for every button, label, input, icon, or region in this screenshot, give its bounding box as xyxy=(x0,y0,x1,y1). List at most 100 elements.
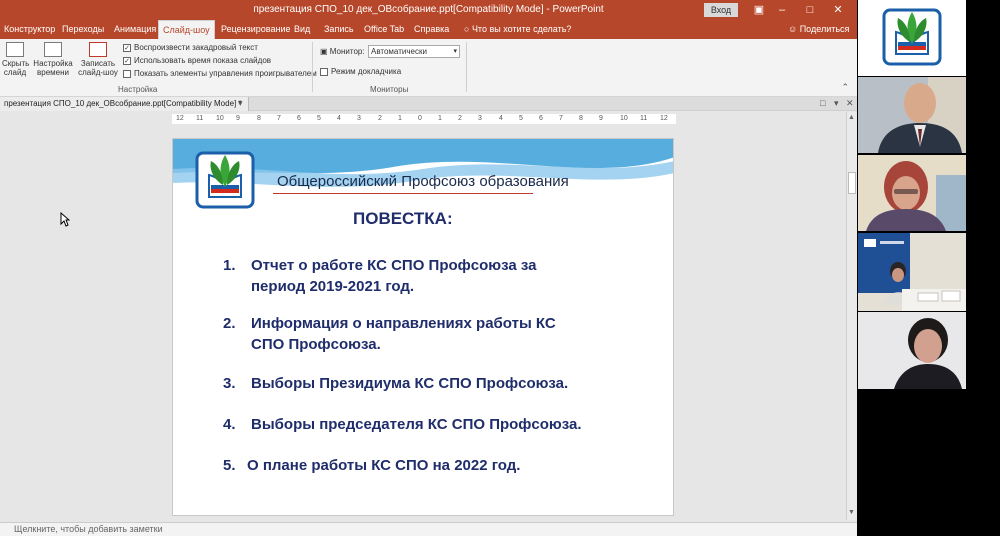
tab-help[interactable]: Справка xyxy=(410,20,453,39)
timings-label: Использовать время показа слайдов xyxy=(134,56,272,65)
record-slideshow-button[interactable]: Записать слайд-шоу xyxy=(76,42,120,77)
agenda-item-number: 2. xyxy=(223,315,236,332)
ruler-tick-label: 6 xyxy=(539,115,543,122)
monitor-label-text: Монитор: xyxy=(329,47,365,56)
tab-office-tab[interactable]: Office Tab xyxy=(360,20,408,39)
unchecked-box xyxy=(123,69,131,78)
ruler-tick-label: 11 xyxy=(640,115,648,122)
ruler-tick-label: 11 xyxy=(196,115,204,122)
hide-slide-label: Скрыть слайд xyxy=(2,59,30,77)
tell-me-search[interactable]: ○ Что вы хотите сделать? xyxy=(464,20,571,39)
document-tab[interactable]: презентация СПО_10 дек_ОВсобрание.ppt[Co… xyxy=(0,97,249,111)
participant-tile-video[interactable] xyxy=(858,312,966,389)
tab-view[interactable]: Вид xyxy=(290,20,314,39)
tab-list-icon[interactable]: ▾ xyxy=(834,98,839,109)
ruler-tick-label: 4 xyxy=(337,115,341,122)
tab-design[interactable]: Конструктор xyxy=(0,20,59,39)
ruler-tick-label: 1 xyxy=(398,115,402,122)
maximize-icon[interactable]: □ xyxy=(800,2,820,18)
agenda-item-line: Отчет о работе КС СПО Профсоюза за xyxy=(251,257,537,274)
ruler-tick-label: 8 xyxy=(257,115,261,122)
union-logo-icon xyxy=(882,8,942,66)
underline-divider xyxy=(273,193,533,194)
ribbon-display-icon[interactable]: ▣ xyxy=(749,2,769,18)
share-button[interactable]: ☺ Поделиться xyxy=(788,20,849,39)
hide-slide-button[interactable]: Скрыть слайд xyxy=(2,42,30,77)
media-controls-checkbox[interactable]: Показать элементы управления проигрывате… xyxy=(123,69,317,80)
tab-review[interactable]: Рецензирование xyxy=(217,20,295,39)
close-tab-icon[interactable]: ✕ xyxy=(846,98,854,109)
ruler-tick-label: 2 xyxy=(458,115,462,122)
tab-transitions[interactable]: Переходы xyxy=(58,20,108,39)
record-icon xyxy=(89,42,107,57)
ruler-tick-label: 4 xyxy=(499,115,503,122)
narration-label: Воспроизвести закадровый текст xyxy=(134,43,258,52)
tab-menu-icon[interactable]: ▾ xyxy=(238,98,243,109)
tab-animation[interactable]: Анимация xyxy=(110,20,160,39)
rehearse-timings-button[interactable]: Настройка времени xyxy=(33,42,73,77)
scroll-up-icon[interactable]: ▲ xyxy=(848,114,855,121)
vertical-scrollbar[interactable]: ▲ ▼ xyxy=(846,112,857,520)
lightbulb-icon: ○ xyxy=(464,24,472,34)
presenter-view-checkbox[interactable]: Режим докладчика xyxy=(320,67,401,78)
scrollbar-thumb[interactable] xyxy=(848,172,856,194)
minimize-icon[interactable]: – xyxy=(772,2,792,18)
agenda-item-text: Информация о направлениях работы КС СПО П… xyxy=(251,313,556,355)
horizontal-ruler: 12 11 10 9 8 7 6 5 4 3 2 1 0 1 2 3 4 5 6 7 8 9 10 11 12 xyxy=(172,114,676,124)
ruler-tick-label: 3 xyxy=(357,115,361,122)
tab-slideshow[interactable]: Слайд-шоу xyxy=(158,20,215,39)
new-doc-icon[interactable]: □ xyxy=(820,98,825,108)
close-icon[interactable]: ✕ xyxy=(828,2,848,18)
signin-button[interactable]: Вход xyxy=(704,3,738,17)
agenda-item-text: Выборы Президиума КС СПО Профсоюза. xyxy=(251,375,569,392)
monitor-label: ▣ Монитор: xyxy=(320,47,365,56)
hide-slide-icon xyxy=(6,42,24,57)
share-label: Поделиться xyxy=(799,24,850,34)
person-icon: ☺ xyxy=(788,24,800,34)
agenda-item-line: Информация о направлениях работы КС xyxy=(251,315,556,332)
ruler-tick-label: 8 xyxy=(579,115,583,122)
ruler-tick-label: 10 xyxy=(216,115,224,122)
mouse-cursor-icon xyxy=(60,212,70,227)
ruler-tick-label: 9 xyxy=(599,115,603,122)
chevron-down-icon: ▾ xyxy=(453,48,457,55)
slide-canvas[interactable]: Общероссийский Профсоюз образования ПОВЕ… xyxy=(172,138,674,516)
stopwatch-icon xyxy=(44,42,62,57)
media-controls-label: Показать элементы управления проигрывате… xyxy=(134,69,317,78)
participant-tile-video[interactable] xyxy=(858,233,966,311)
organization-name: Общероссийский Профсоюз образования xyxy=(277,173,569,190)
presenter-view-label: Режим докладчика xyxy=(331,67,402,76)
video-gallery xyxy=(857,0,1000,536)
group-separator xyxy=(466,42,467,92)
group-separator xyxy=(312,42,313,92)
agenda-item-line: период 2019-2021 год. xyxy=(251,278,415,295)
check-icon: ✓ xyxy=(123,56,131,65)
agenda-item-line: СПО Профсоюза. xyxy=(251,336,381,353)
ruler-tick-label: 9 xyxy=(236,115,240,122)
agenda-item-text: О плане работы КС СПО на 2022 год. xyxy=(247,457,521,474)
participant-video-icon xyxy=(858,155,966,231)
monitor-select[interactable]: Автоматически ▾ xyxy=(368,45,460,58)
collapse-ribbon-icon[interactable]: ⌃ xyxy=(841,82,849,93)
participant-video-icon xyxy=(858,233,966,311)
participant-tile-video[interactable] xyxy=(858,77,966,153)
participant-tile-video[interactable] xyxy=(858,155,966,231)
group-setup-label: Настройка xyxy=(118,85,158,94)
ruler-tick-label: 1 xyxy=(438,115,442,122)
ruler-tick-label: 12 xyxy=(176,115,184,122)
ruler-tick-label: 6 xyxy=(297,115,301,122)
tab-record[interactable]: Запись xyxy=(320,20,358,39)
notes-pane[interactable]: Щелкните, чтобы добавить заметки xyxy=(0,522,857,536)
check-icon: ✓ xyxy=(123,43,131,52)
agenda-item-number: 3. xyxy=(223,375,236,392)
ruler-tick-label: 0 xyxy=(418,115,422,122)
tell-me-label: Что вы хотите сделать? xyxy=(471,24,572,34)
agenda-item-text: Выборы председателя КС СПО Профсоюза. xyxy=(251,416,582,433)
narration-checkbox[interactable]: ✓ Воспроизвести закадровый текст xyxy=(123,43,258,54)
ruler-tick-label: 2 xyxy=(378,115,382,122)
ruler-tick-label: 5 xyxy=(519,115,523,122)
timings-checkbox[interactable]: ✓ Использовать время показа слайдов xyxy=(123,56,271,67)
participant-tile-logo[interactable] xyxy=(858,0,966,76)
rehearse-label: Настройка времени xyxy=(33,59,73,77)
scroll-down-icon[interactable]: ▼ xyxy=(848,509,855,516)
